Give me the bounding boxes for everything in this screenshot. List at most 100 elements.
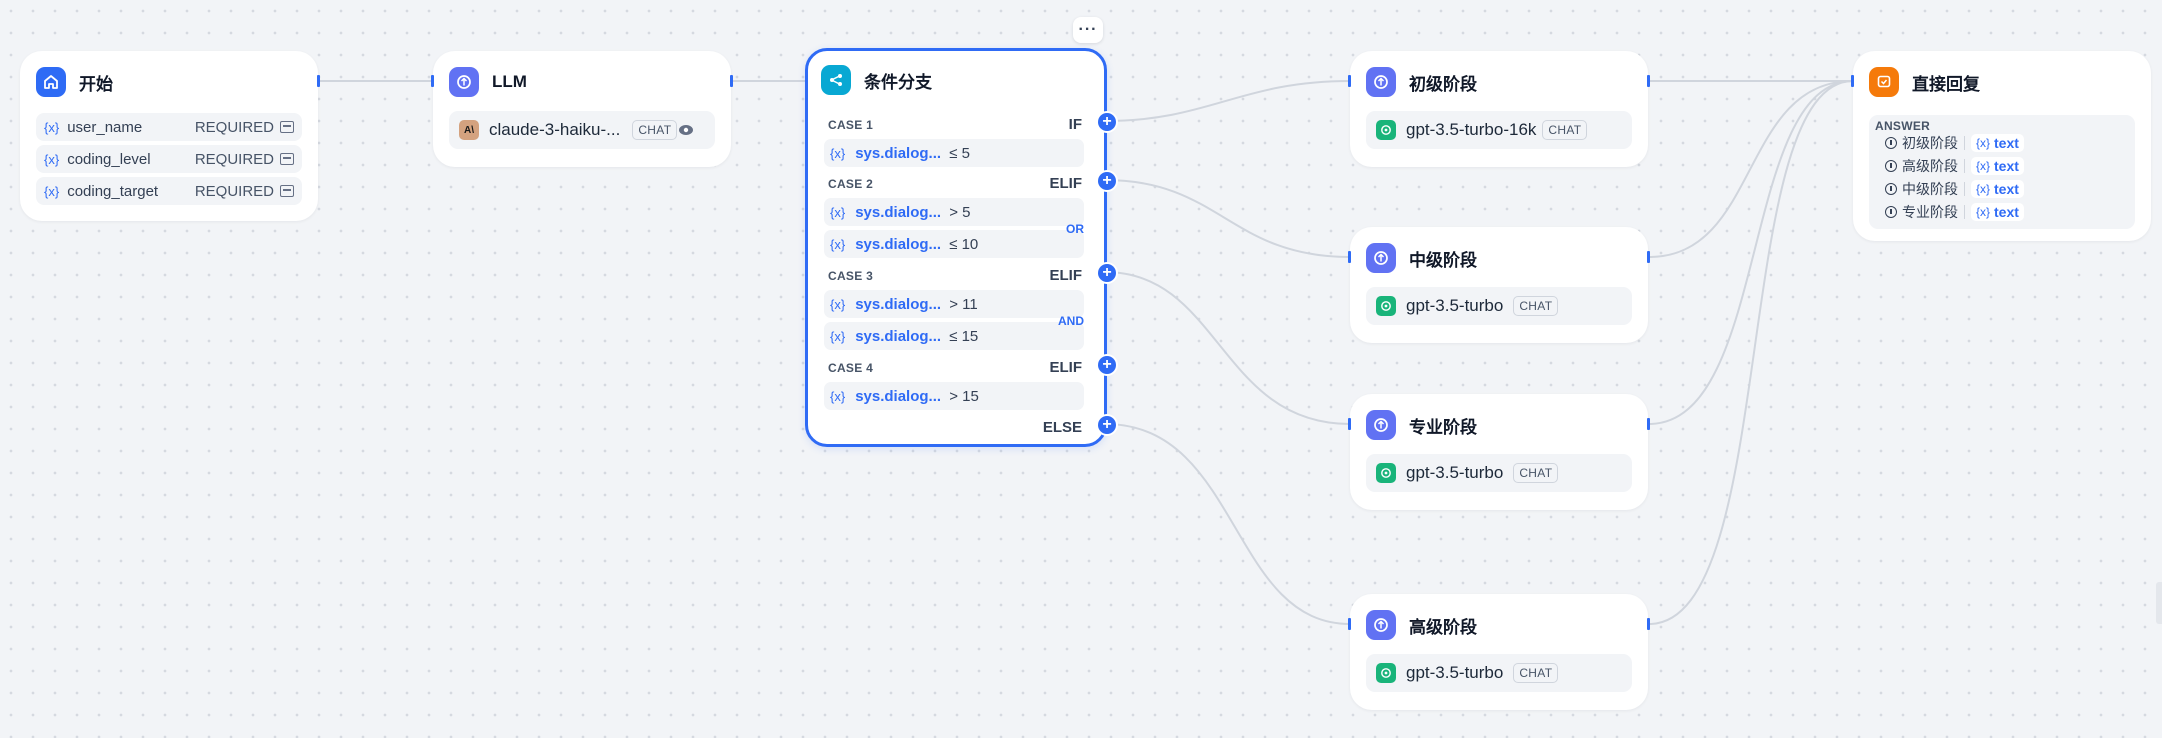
variable-name: coding_level <box>67 150 151 168</box>
openai-logo-icon <box>1376 296 1396 316</box>
condition-variable: sys.dialog... <box>855 295 942 313</box>
llm-input-handle[interactable] <box>431 75 434 87</box>
stage-input-handle[interactable] <box>1348 618 1351 630</box>
llm-icon <box>1885 206 1897 218</box>
start-output-handle[interactable] <box>317 75 320 87</box>
reference-variable: {x} text <box>1971 203 2024 221</box>
case-label: CASE 1 <box>828 118 874 132</box>
llm-icon <box>1366 67 1396 97</box>
llm-icon <box>1885 160 1897 172</box>
condition-row[interactable]: {x} sys.dialog... > 5 <box>824 198 1084 226</box>
stage-node-title: 高级阶段 <box>1409 617 1477 637</box>
start-node-header: 开始 <box>36 67 113 97</box>
answer-node-title: 直接回复 <box>1912 74 1980 94</box>
start-node[interactable]: 开始 {x} user_name REQUIRED {x} coding_lev… <box>20 51 320 221</box>
openai-logo-icon <box>1376 120 1396 140</box>
stage-model-name: gpt-3.5-turbo <box>1406 663 1504 682</box>
stage-model-selector[interactable]: gpt-3.5-turbo-16k CHAT <box>1366 111 1632 149</box>
case-2-output-handle[interactable]: + <box>1098 172 1116 190</box>
condition-row[interactable]: {x} sys.dialog... > 11 <box>824 290 1084 318</box>
condition-variable: sys.dialog... <box>855 327 942 345</box>
llm-model-selector[interactable]: A\ claude-3-haiku-... CHAT <box>449 111 715 149</box>
case-keyword: ELIF <box>1049 359 1083 376</box>
stage-model-selector[interactable]: gpt-3.5-turbo CHAT <box>1366 287 1632 325</box>
llm-output-handle[interactable] <box>730 75 733 87</box>
stage-node-title: 专业阶段 <box>1409 417 1477 437</box>
stage-input-handle[interactable] <box>1348 75 1351 87</box>
stage-output-handle[interactable] <box>1647 618 1650 630</box>
condition-node-title: 条件分支 <box>864 72 932 92</box>
node-more-button[interactable]: ··· <box>1073 17 1103 43</box>
condition-row[interactable]: {x} sys.dialog... ≤ 5 <box>824 139 1084 167</box>
start-variable-row[interactable]: {x} coding_target REQUIRED <box>36 177 302 205</box>
answer-node-header: 直接回复 <box>1869 67 1980 97</box>
stage-model-selector[interactable]: gpt-3.5-turbo CHAT <box>1366 654 1632 692</box>
start-variable-row[interactable]: {x} user_name REQUIRED <box>36 113 302 141</box>
stage-node-intermediate[interactable]: 中级阶段 gpt-3.5-turbo CHAT <box>1348 227 1650 343</box>
condition-row[interactable]: {x} sys.dialog... > 15 <box>824 382 1084 410</box>
start-variable-row[interactable]: {x} coding_level REQUIRED <box>36 145 302 173</box>
answer-label: ANSWER <box>1875 119 1931 133</box>
variable-icon: {x} <box>1976 205 1991 219</box>
llm-model-name: claude-3-haiku-... <box>489 120 621 139</box>
edge-intermediate-answer <box>1648 80 1854 258</box>
condition-node[interactable]: 条件分支 CASE 1 IF {x} sys.dialog... ≤ 5 + C… <box>805 48 1116 447</box>
stage-model-name: gpt-3.5-turbo-16k <box>1406 120 1537 139</box>
case-4-output-handle[interactable]: + <box>1098 356 1116 374</box>
condition-variable: sys.dialog... <box>855 203 942 221</box>
answer-input-handle[interactable] <box>1851 75 1854 87</box>
condition-operator: ≤ 10 <box>949 235 979 253</box>
stage-output-handle[interactable] <box>1647 251 1650 263</box>
stage-node-professional[interactable]: 专业阶段 gpt-3.5-turbo CHAT <box>1348 394 1650 510</box>
stage-input-handle[interactable] <box>1348 251 1351 263</box>
reply-icon <box>1869 67 1899 97</box>
answer-reference: 专业阶段 {x} text <box>1885 202 2024 222</box>
stage-model-selector[interactable]: gpt-3.5-turbo CHAT <box>1366 454 1632 492</box>
reference-variable: {x} text <box>1971 180 2024 198</box>
reference-variable-name: text <box>1994 204 2019 220</box>
anthropic-logo-icon: A\ <box>459 120 479 140</box>
stage-input-handle[interactable] <box>1348 418 1351 430</box>
chat-mode-badge: CHAT <box>1513 463 1559 483</box>
case-keyword: IF <box>1068 116 1082 133</box>
stage-node-title: 初级阶段 <box>1409 74 1477 94</box>
logic-operator-toggle[interactable]: OR <box>1066 222 1084 236</box>
variable-icon: {x} <box>44 183 60 199</box>
llm-node[interactable]: LLM A\ claude-3-haiku-... CHAT <box>431 51 733 167</box>
logic-operator-toggle[interactable]: AND <box>1058 314 1084 328</box>
llm-icon <box>1366 243 1396 273</box>
case-keyword: ELIF <box>1049 175 1083 192</box>
home-icon <box>36 67 66 97</box>
variable-icon: {x} <box>830 204 846 220</box>
input-field-icon <box>280 185 294 197</box>
answer-content[interactable]: ANSWER 初级阶段 {x} text 高级阶段 {x} text 中级阶段 {x… <box>1869 115 2135 229</box>
edge-if-beginner <box>1104 80 1351 122</box>
case-3-output-handle[interactable]: + <box>1098 264 1116 282</box>
stage-node-title: 中级阶段 <box>1409 250 1477 270</box>
else-keyword: ELSE <box>1042 419 1082 436</box>
variable-icon: {x} <box>830 328 846 344</box>
reference-node-name: 中级阶段 <box>1902 181 1958 197</box>
llm-icon <box>449 67 479 97</box>
canvas-scrollbar[interactable] <box>2156 582 2162 624</box>
answer-reference: 初级阶段 {x} text <box>1885 133 2024 153</box>
condition-operator: > 15 <box>949 387 979 405</box>
case-1-output-handle[interactable]: + <box>1098 113 1116 131</box>
condition-input-handle[interactable] <box>805 78 808 90</box>
else-output-handle[interactable]: + <box>1098 416 1116 434</box>
answer-node[interactable]: 直接回复 ANSWER 初级阶段 {x} text 高级阶段 {x} text 中级… <box>1851 51 2151 241</box>
condition-row[interactable]: {x} sys.dialog... ≤ 10 <box>824 230 1084 258</box>
stage-node-advanced[interactable]: 高级阶段 gpt-3.5-turbo CHAT <box>1348 594 1650 710</box>
branch-icon <box>821 65 851 95</box>
case-label: CASE 2 <box>828 177 874 191</box>
llm-icon <box>1885 137 1897 149</box>
stage-node-beginner[interactable]: 初级阶段 gpt-3.5-turbo-16k CHAT <box>1348 51 1650 167</box>
condition-operator: > 5 <box>949 203 971 221</box>
stage-output-handle[interactable] <box>1647 418 1650 430</box>
variable-name: coding_target <box>67 182 159 200</box>
reference-variable-name: text <box>1994 158 2019 174</box>
condition-row[interactable]: {x} sys.dialog... ≤ 15 <box>824 322 1084 350</box>
stage-output-handle[interactable] <box>1647 75 1650 87</box>
chat-mode-badge: CHAT <box>1513 296 1559 316</box>
edge-else-advanced <box>1104 423 1351 625</box>
